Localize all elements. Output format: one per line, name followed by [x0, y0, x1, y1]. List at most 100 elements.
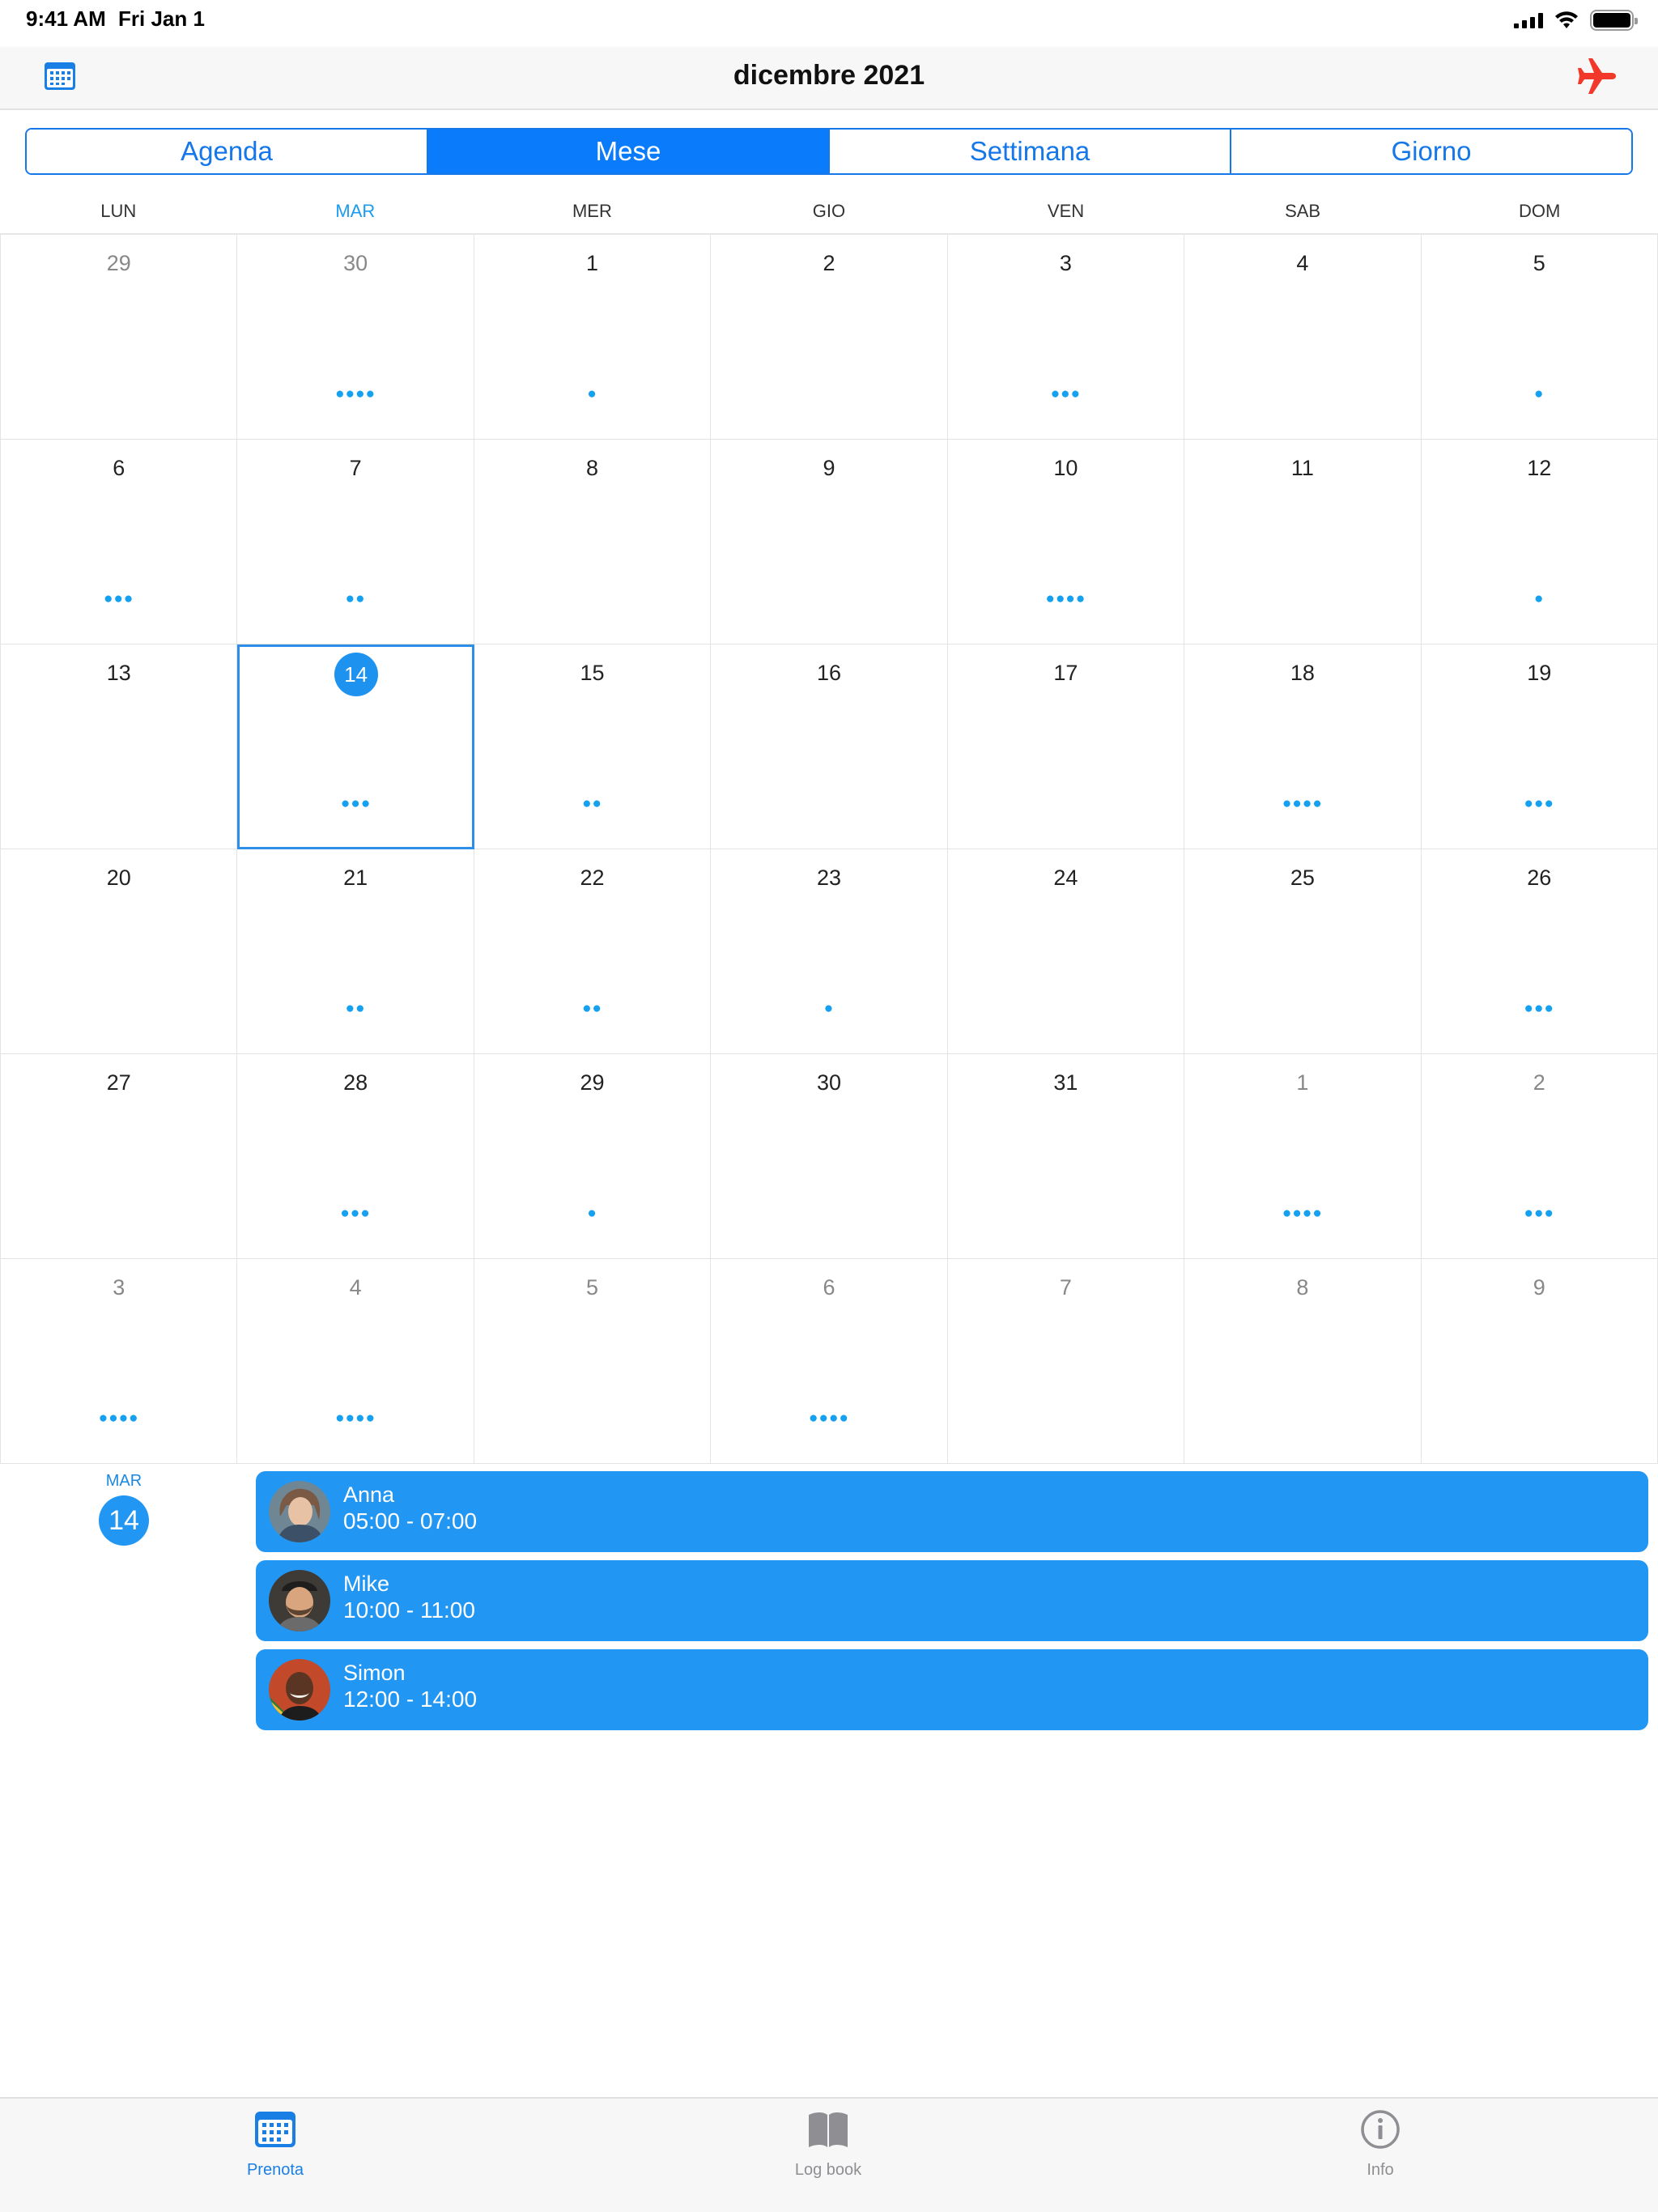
event-dots: ●●● [340, 795, 372, 812]
day-cell-selected[interactable]: 14 ●●● [237, 644, 474, 849]
status-time: 9:41 AM [26, 6, 106, 31]
day-number: 8 [474, 456, 710, 481]
day-number: 5 [1422, 251, 1657, 276]
day-cell[interactable]: 8 [474, 440, 712, 644]
day-number-text: 16 [816, 661, 842, 685]
day-number-text: 1 [586, 251, 599, 275]
day-cell[interactable]: 6 ●●● [1, 440, 238, 644]
day-number-text: 2 [823, 251, 835, 275]
day-cell[interactable]: 2 ●●● [1421, 1054, 1658, 1259]
day-cell[interactable]: 28 ●●● [237, 1054, 474, 1259]
day-number-text: 30 [343, 251, 368, 275]
day-cell[interactable]: 9 [711, 440, 948, 644]
day-cell[interactable]: 15 ●● [474, 644, 712, 849]
event-name: Simon [343, 1661, 406, 1685]
event-dots: ● [587, 385, 597, 402]
anna-avatar [269, 1481, 330, 1542]
weekday-label: VEN [1047, 201, 1085, 221]
day-cell[interactable]: 18 ●●●● [1184, 644, 1422, 849]
event-item[interactable]: Anna 05:00 - 07:00 [256, 1471, 1648, 1552]
segment-settimana[interactable]: Settimana [830, 130, 1231, 173]
day-cell[interactable]: 21 ●● [237, 849, 474, 1054]
day-cell[interactable]: 22 ●● [474, 849, 712, 1054]
day-cell[interactable]: 4 [1184, 235, 1422, 440]
day-cell[interactable]: 23 ● [711, 849, 948, 1054]
day-number: 6 [711, 1275, 946, 1300]
day-cell[interactable]: 30 [711, 1054, 948, 1259]
day-cell[interactable]: 24 [947, 849, 1185, 1054]
status-icons [1514, 8, 1638, 32]
day-number-text: 5 [1533, 251, 1545, 275]
book-icon [809, 2112, 848, 2147]
day-cell[interactable]: 4 ●●●● [237, 1259, 474, 1464]
day-cell[interactable]: 25 [1184, 849, 1422, 1054]
day-cell[interactable]: 12 ● [1421, 440, 1658, 644]
tab-log-book[interactable]: Log book [739, 2108, 917, 2180]
day-cell[interactable]: 16 [711, 644, 948, 849]
day-number-text: 4 [1296, 251, 1309, 275]
selected-day-badge: 14 [99, 1495, 149, 1546]
month-grid: 29 30 ●●●● 1 ● 2 3 ●●● 4 5 ● 6 ●●● 7 ●● 8 9 10 ●●●● 11 12 ● 13… [0, 235, 1658, 1464]
day-cell[interactable]: 7 [947, 1259, 1185, 1464]
simon-avatar [269, 1659, 330, 1721]
segment-giorno[interactable]: Giorno [1231, 130, 1631, 173]
event-dots: ●● [582, 795, 603, 812]
day-number: 4 [1184, 251, 1420, 276]
day-number: 3 [948, 251, 1184, 276]
day-cell[interactable]: 29 [1, 235, 238, 440]
day-cell[interactable]: 5 [474, 1259, 712, 1464]
day-number: 10 [948, 456, 1184, 481]
event-item[interactable]: Mike 10:00 - 11:00 [256, 1560, 1648, 1641]
nav-bar: dicembre 2021 [0, 47, 1658, 110]
event-item[interactable]: Simon 12:00 - 14:00 [256, 1649, 1648, 1730]
event-dots: ● [1534, 590, 1545, 607]
day-cell[interactable]: 8 [1184, 1259, 1422, 1464]
day-number: 26 [1422, 866, 1657, 891]
segment-mese[interactable]: Mese [428, 130, 830, 173]
day-number: 4 [237, 1275, 473, 1300]
wifi-icon [1555, 11, 1578, 28]
tab-bar: Prenota Log book Info [0, 2097, 1658, 2212]
day-cell[interactable]: 1 ●●●● [1184, 1054, 1422, 1259]
day-cell[interactable]: 6 ●●●● [711, 1259, 948, 1464]
day-cell[interactable]: 3 ●●● [947, 235, 1185, 440]
day-cell[interactable]: 10 ●●●● [947, 440, 1185, 644]
day-number: 1 [1184, 1070, 1420, 1095]
day-cell[interactable]: 2 [711, 235, 948, 440]
day-cell[interactable]: 29 ● [474, 1054, 712, 1259]
day-cell[interactable]: 19 ●●● [1421, 644, 1658, 849]
page-title: dicembre 2021 [733, 60, 925, 91]
tab-prenota[interactable]: Prenota [186, 2108, 364, 2180]
day-cell[interactable]: 7 ●● [237, 440, 474, 644]
day-cell[interactable]: 17 [947, 644, 1185, 849]
day-number: 20 [1, 866, 236, 891]
mike-avatar [269, 1570, 330, 1631]
day-cell[interactable]: 9 [1421, 1259, 1658, 1464]
day-cell[interactable]: 31 [947, 1054, 1185, 1259]
event-dots: ●●●● [98, 1410, 139, 1427]
day-cell[interactable]: 26 ●●● [1421, 849, 1658, 1054]
day-number: 17 [948, 661, 1184, 686]
day-cell[interactable]: 1 ● [474, 235, 712, 440]
day-cell[interactable]: 5 ● [1421, 235, 1658, 440]
weekday-header: LUN MAR MER GIO VEN SAB DOM [0, 201, 1658, 235]
day-cell[interactable]: 27 [1, 1054, 238, 1259]
airplane-icon[interactable] [1575, 55, 1618, 97]
day-cell[interactable]: 11 [1184, 440, 1422, 644]
day-cell[interactable]: 13 [1, 644, 238, 849]
day-number-text: 5 [586, 1275, 599, 1300]
day-number-text: 3 [1059, 251, 1072, 275]
day-cell[interactable]: 30 ●●●● [237, 235, 474, 440]
day-number-text: 23 [816, 866, 842, 890]
day-number: 30 [711, 1070, 946, 1095]
day-number: 29 [474, 1070, 710, 1095]
tab-info[interactable]: Info [1291, 2108, 1469, 2180]
event-dots: ● [823, 1000, 835, 1017]
day-cell[interactable]: 3 ●●●● [1, 1259, 238, 1464]
day-number: 6 [1, 456, 236, 481]
day-number-text: 25 [1290, 866, 1315, 890]
segment-agenda[interactable]: Agenda [27, 130, 428, 173]
event-dots: ●●●● [809, 1410, 849, 1427]
day-cell[interactable]: 20 [1, 849, 238, 1054]
event-dots: ●●● [1524, 1000, 1554, 1017]
